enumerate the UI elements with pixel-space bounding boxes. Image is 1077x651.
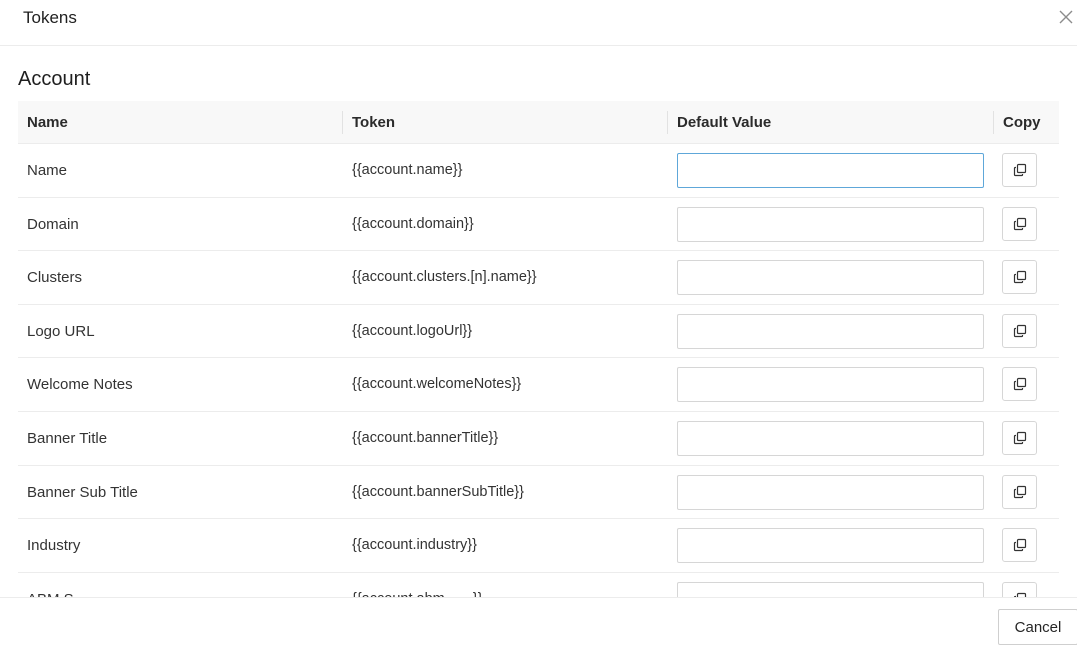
column-header-name: Name <box>27 114 68 131</box>
default-value-input[interactable] <box>677 367 984 403</box>
default-value-input[interactable] <box>677 260 984 296</box>
dialog-title: Tokens <box>23 8 77 27</box>
default-value-input[interactable] <box>677 528 984 564</box>
copy-icon <box>1013 163 1026 177</box>
copy-icon <box>1013 539 1026 552</box>
token-name: Domain <box>27 215 79 233</box>
default-value-cell <box>677 420 984 456</box>
table-header: Name Token Default Value Copy <box>18 101 1059 144</box>
token-value: {{account.abm.......}} <box>352 573 483 597</box>
token-value: {{account.bannerTitle}} <box>352 429 499 446</box>
default-value-input[interactable] <box>677 420 984 456</box>
copy-button[interactable] <box>1002 581 1037 597</box>
dialog-body[interactable]: Account Name Token Default Value Copy Na… <box>0 46 1077 597</box>
dialog-header: Tokens <box>0 0 1077 46</box>
copy-button[interactable] <box>1002 206 1037 241</box>
section-title: Account <box>18 68 91 90</box>
default-value-cell <box>677 153 984 188</box>
token-name: Clusters <box>27 269 83 287</box>
default-value-cell <box>677 313 984 349</box>
table-row: Clusters {{account.clusters.[n].name}} <box>18 251 1059 305</box>
copy-button[interactable] <box>1002 420 1037 455</box>
token-value: {{account.logoUrl}} <box>352 322 473 339</box>
default-value-cell <box>677 528 984 564</box>
column-header-copy: Copy <box>1003 114 1041 131</box>
default-value-cell <box>677 206 984 242</box>
token-name: Banner Sub Title <box>27 483 138 501</box>
copy-button[interactable] <box>1002 474 1037 509</box>
token-name: Logo URL <box>27 322 95 340</box>
table-row: Industry {{account.industry}} <box>18 519 1059 573</box>
copy-icon <box>1013 324 1026 337</box>
column-header-token: Token <box>352 114 396 131</box>
table-row: Welcome Notes {{account.welcomeNotes}} <box>18 358 1059 412</box>
default-value-input[interactable] <box>677 474 984 510</box>
token-value: {{account.clusters.[n].name}} <box>352 269 537 286</box>
default-value-cell <box>677 581 984 597</box>
dialog-footer: Cancel <box>0 597 1077 651</box>
table-row: Name {{account.name}} <box>18 144 1059 198</box>
token-value: {{account.welcomeNotes}} <box>352 376 522 393</box>
default-value-cell <box>677 474 984 510</box>
column-header-default-value: Default Value <box>677 114 772 131</box>
table-row: Banner Sub Title {{account.bannerSubTitle… <box>18 466 1059 520</box>
table-row: ABM S... {{account.abm.......}} <box>18 573 1059 597</box>
table-row: Logo URL {{account.logoUrl}} <box>18 305 1059 359</box>
default-value-input[interactable] <box>677 313 984 349</box>
copy-icon <box>1013 485 1026 498</box>
copy-button[interactable] <box>1002 313 1037 348</box>
tokens-dialog: Tokens Account Name Token Default Value … <box>0 0 1077 651</box>
copy-icon <box>1013 378 1026 391</box>
copy-icon <box>1013 271 1026 284</box>
copy-button[interactable] <box>1002 528 1037 563</box>
default-value-cell <box>677 260 984 296</box>
table-row: Banner Title {{account.bannerTitle}} <box>18 412 1059 466</box>
default-value-input[interactable] <box>677 581 984 597</box>
copy-button[interactable] <box>1002 367 1037 402</box>
token-name: ABM S... <box>27 573 86 597</box>
copy-button[interactable] <box>1002 153 1037 187</box>
token-name: Industry <box>27 537 81 555</box>
token-value: {{account.bannerSubTitle}} <box>352 483 524 500</box>
token-value: {{account.domain}} <box>352 215 474 232</box>
token-name: Banner Title <box>27 429 108 447</box>
token-value: {{account.name}} <box>352 162 463 178</box>
close-icon <box>1059 10 1073 24</box>
default-value-input[interactable] <box>677 206 984 242</box>
table-body: Name {{account.name}} Domain {{account.doma… <box>18 144 1059 597</box>
table-row: Domain {{account.domain}} <box>18 198 1059 252</box>
token-name: Welcome Notes <box>27 376 133 394</box>
copy-button[interactable] <box>1002 260 1037 295</box>
token-name: Name <box>27 162 68 179</box>
copy-icon <box>1013 217 1026 230</box>
close-button[interactable] <box>1056 7 1076 27</box>
copy-icon <box>1013 431 1026 445</box>
token-value: {{account.industry}} <box>352 537 477 554</box>
default-value-input[interactable] <box>677 153 984 188</box>
tokens-table: Name Token Default Value Copy Name {{acco… <box>18 101 1059 597</box>
cancel-button[interactable]: Cancel <box>998 609 1077 645</box>
default-value-cell <box>677 367 984 403</box>
